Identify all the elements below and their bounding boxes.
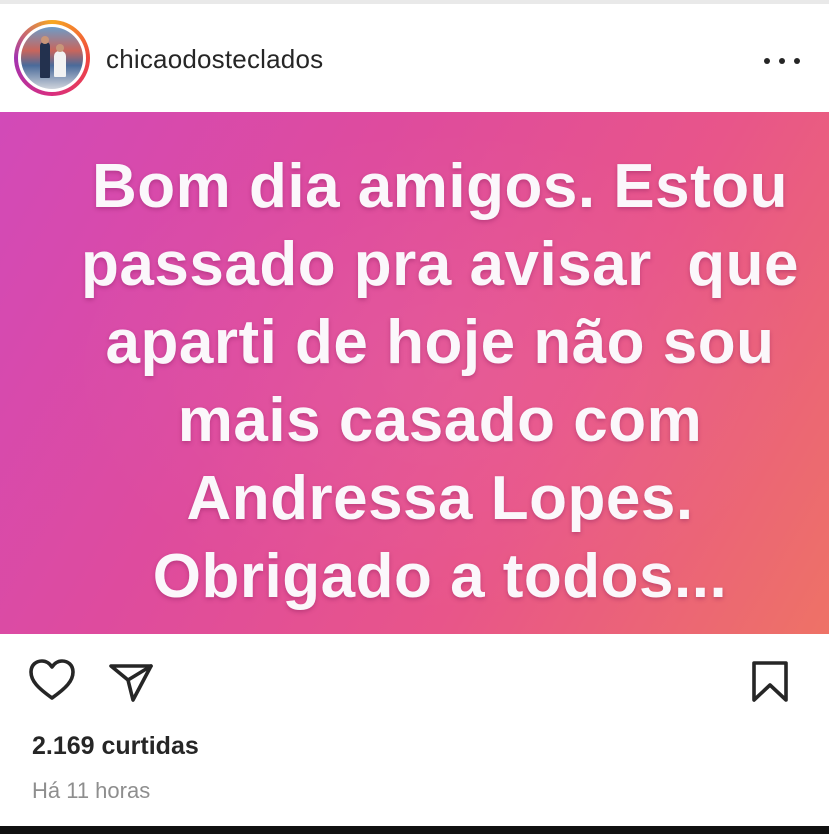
post-text-line: Obrigado a todos... (152, 542, 728, 611)
post-actions (0, 634, 829, 734)
post-text-line: passado pra avisar que (81, 230, 799, 299)
post-image[interactable]: Bom dia amigos. Estou passado pra avisar… (0, 112, 829, 634)
avatar-person-figure (54, 51, 66, 77)
likes-count[interactable]: 2.169 curtidas (32, 732, 199, 761)
paper-plane-icon[interactable] (108, 660, 154, 704)
more-options-icon[interactable] (762, 50, 802, 72)
post-text-line: Andressa Lopes. (186, 464, 694, 533)
heart-icon[interactable] (28, 658, 76, 702)
avatar[interactable] (21, 27, 83, 89)
bottom-edge (0, 826, 829, 834)
bookmark-icon[interactable] (750, 660, 790, 704)
post-timestamp: Há 11 horas (32, 778, 151, 803)
post-header: chicaodosteclados (0, 4, 829, 112)
username-link[interactable]: chicaodosteclados (106, 44, 323, 75)
post-text-line: aparti de hoje não sou (105, 308, 775, 377)
post-text-line: Bom dia amigos. Estou (91, 152, 789, 221)
post-text-line: mais casado com (177, 386, 703, 455)
post-image-text: Bom dia amigos. Estou passado pra avisar… (40, 148, 829, 616)
avatar-story-ring[interactable] (14, 20, 90, 96)
avatar-person-figure (40, 42, 50, 78)
